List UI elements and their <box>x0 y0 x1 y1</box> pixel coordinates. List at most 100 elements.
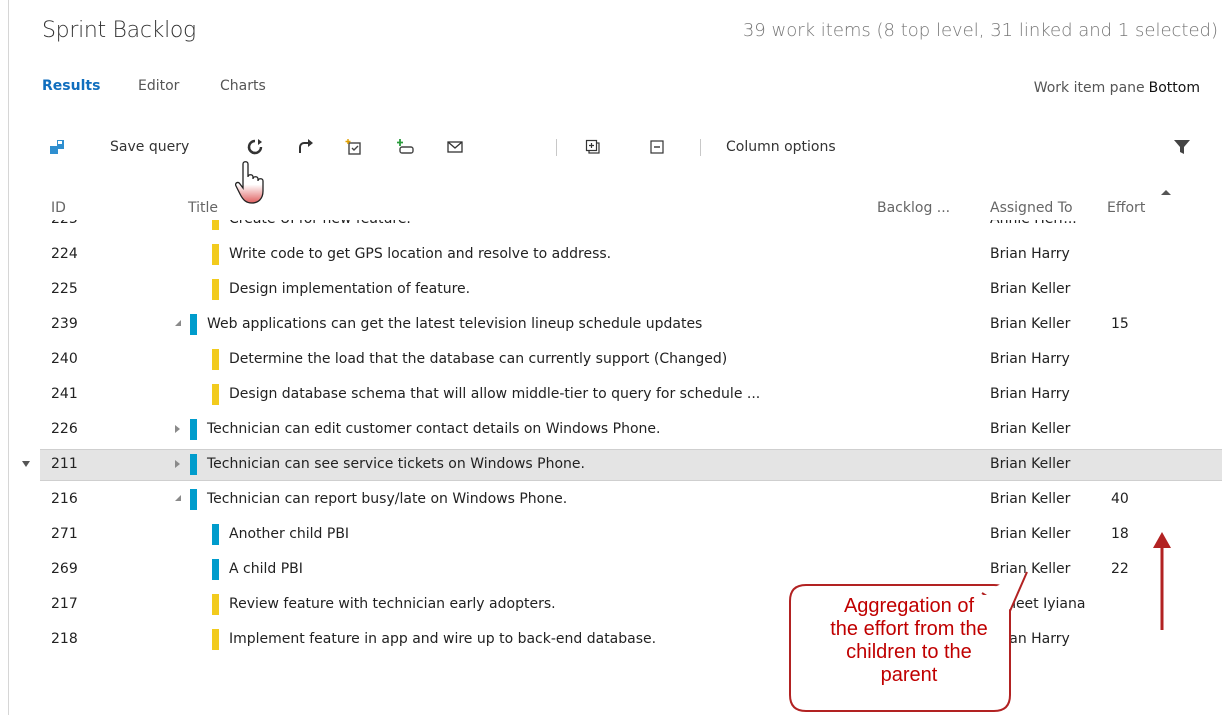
refresh-icon[interactable] <box>244 130 266 164</box>
cell-title[interactable]: Technician can edit customer contact det… <box>207 421 661 437</box>
new-item-icon[interactable] <box>342 130 366 164</box>
tab-results[interactable]: Results <box>42 78 100 94</box>
cell-title[interactable]: Design implementation of feature. <box>229 281 470 297</box>
cell-title[interactable]: Technician can see service tickets on Wi… <box>207 456 585 472</box>
cell-assigned-to: Brian Harry <box>990 246 1070 262</box>
cell-id: 269 <box>51 561 78 577</box>
table-row[interactable]: 225 Design implementation of feature. Bria… <box>0 272 1222 307</box>
cell-id: 217 <box>51 596 78 612</box>
save-icon[interactable] <box>44 130 70 164</box>
cell-title[interactable]: Design database schema that will allow m… <box>229 386 760 402</box>
work-item-pane-setting: Work item pane Bottom <box>1034 80 1200 96</box>
pbi-color-bar <box>190 489 197 510</box>
expand-all-icon[interactable] <box>582 130 604 164</box>
toolbar-separator <box>556 139 557 156</box>
cell-title[interactable]: Determine the load that the database can… <box>229 351 727 367</box>
cell-title[interactable]: Implement feature in app and wire up to … <box>229 631 656 647</box>
table-row[interactable]: 269 A child PBI Brian Keller 22 <box>0 552 1222 587</box>
cell-assigned-to: Brian Keller <box>990 281 1071 297</box>
column-header-effort[interactable]: Effort <box>1107 200 1145 216</box>
filter-icon[interactable] <box>1170 130 1194 164</box>
table-row[interactable]: 240 Determine the load that the database … <box>0 342 1222 377</box>
collapse-all-icon[interactable] <box>646 130 668 164</box>
cell-id: 271 <box>51 526 78 542</box>
page-title: Sprint Backlog <box>42 18 196 43</box>
table-row[interactable]: 224 Write code to get GPS location and re… <box>0 237 1222 272</box>
column-header-assigned-to[interactable]: Assigned To <box>990 200 1073 216</box>
task-color-bar <box>212 220 219 230</box>
cell-id: 241 <box>51 386 78 402</box>
table-row[interactable]: 216 Technician can report busy/late on Wi… <box>0 482 1222 517</box>
email-icon[interactable] <box>444 130 466 164</box>
table-row[interactable]: 217 Review feature with technician early … <box>0 587 1222 622</box>
pbi-color-bar <box>190 419 197 440</box>
cell-id: 223 <box>51 220 78 227</box>
cell-assigned-to: Brian Keller <box>990 421 1071 437</box>
task-color-bar <box>212 279 219 300</box>
cell-effort: 18 <box>1111 526 1129 542</box>
expand-triangle-icon[interactable] <box>175 425 180 433</box>
column-header-title[interactable]: Title <box>188 200 218 216</box>
cell-id: 211 <box>51 456 78 472</box>
callout-text: Aggregation of the effort from the child… <box>830 595 988 686</box>
table-row[interactable]: 211 Technician can see service tickets on… <box>0 447 1222 482</box>
work-item-grid: 223 Create UI for new feature. Annie Herr.… <box>0 220 1222 715</box>
collapse-triangle-icon[interactable] <box>172 495 181 501</box>
expand-triangle-icon[interactable] <box>175 460 180 468</box>
cell-assigned-to: Brian Keller <box>990 526 1071 542</box>
save-query-button[interactable]: Save query <box>110 130 189 164</box>
cell-id: 218 <box>51 631 78 647</box>
cell-title[interactable]: Create UI for new feature. <box>229 220 411 227</box>
task-color-bar <box>212 384 219 405</box>
collapse-triangle-icon[interactable] <box>172 320 181 326</box>
sort-ascending-icon <box>1161 190 1171 195</box>
pbi-color-bar <box>190 314 197 335</box>
column-header-id[interactable]: ID <box>51 200 66 216</box>
task-color-bar <box>212 594 219 615</box>
task-color-bar <box>212 629 219 650</box>
cell-assigned-to: Brian Keller <box>990 491 1071 507</box>
up-arrow-icon <box>1153 532 1171 630</box>
redo-icon[interactable] <box>294 130 316 164</box>
cell-assigned-to: Brian Harry <box>990 386 1070 402</box>
cell-id: 216 <box>51 491 78 507</box>
work-item-pane-label: Work item pane <box>1033 80 1145 96</box>
pbi-color-bar <box>212 524 219 545</box>
table-row[interactable]: 218 Implement feature in app and wire up … <box>0 622 1222 657</box>
cell-effort: 22 <box>1111 561 1129 577</box>
cell-assigned-to: Brian Keller <box>990 561 1071 577</box>
column-options-button[interactable]: Column options <box>726 130 836 164</box>
table-row[interactable]: 239 Web applications can get the latest t… <box>0 307 1222 342</box>
add-link-icon[interactable] <box>393 130 417 164</box>
cell-id: 239 <box>51 316 78 332</box>
cell-title[interactable]: Technician can report busy/late on Windo… <box>207 491 567 507</box>
cell-title[interactable]: Another child PBI <box>229 526 349 542</box>
cell-assigned-to: Brian Keller <box>990 316 1071 332</box>
cell-assigned-to: Brian Harry <box>990 351 1070 367</box>
tab-editor[interactable]: Editor <box>138 78 179 94</box>
task-color-bar <box>212 349 219 370</box>
cell-title[interactable]: Web applications can get the latest tele… <box>207 316 702 332</box>
cell-assigned-to: Annie Herr... <box>990 220 1077 227</box>
table-row[interactable]: 241 Design database schema that will allo… <box>0 377 1222 412</box>
toolbar-separator <box>700 139 701 156</box>
task-color-bar <box>212 244 219 265</box>
cell-title[interactable]: A child PBI <box>229 561 303 577</box>
work-item-pane-value[interactable]: Bottom <box>1149 80 1200 96</box>
cell-id: 240 <box>51 351 78 367</box>
tab-charts[interactable]: Charts <box>220 78 266 94</box>
cell-effort: 40 <box>1111 491 1129 507</box>
table-row[interactable]: 226 Technician can edit customer contact … <box>0 412 1222 447</box>
cell-title[interactable]: Write code to get GPS location and resol… <box>229 246 611 262</box>
current-row-indicator-icon <box>22 461 30 467</box>
hand-cursor-icon <box>233 160 279 210</box>
pbi-color-bar <box>190 454 197 475</box>
table-row[interactable]: 223 Create UI for new feature. Annie Herr.… <box>0 220 1222 237</box>
column-header-backlog[interactable]: Backlog ... <box>877 200 950 216</box>
cell-assigned-to: Brian Keller <box>990 456 1071 472</box>
cell-effort: 15 <box>1111 316 1129 332</box>
cell-id: 226 <box>51 421 78 437</box>
table-row[interactable]: 271 Another child PBI Brian Keller 18 <box>0 517 1222 552</box>
cell-title[interactable]: Review feature with technician early ado… <box>229 596 556 612</box>
pbi-color-bar <box>212 559 219 580</box>
